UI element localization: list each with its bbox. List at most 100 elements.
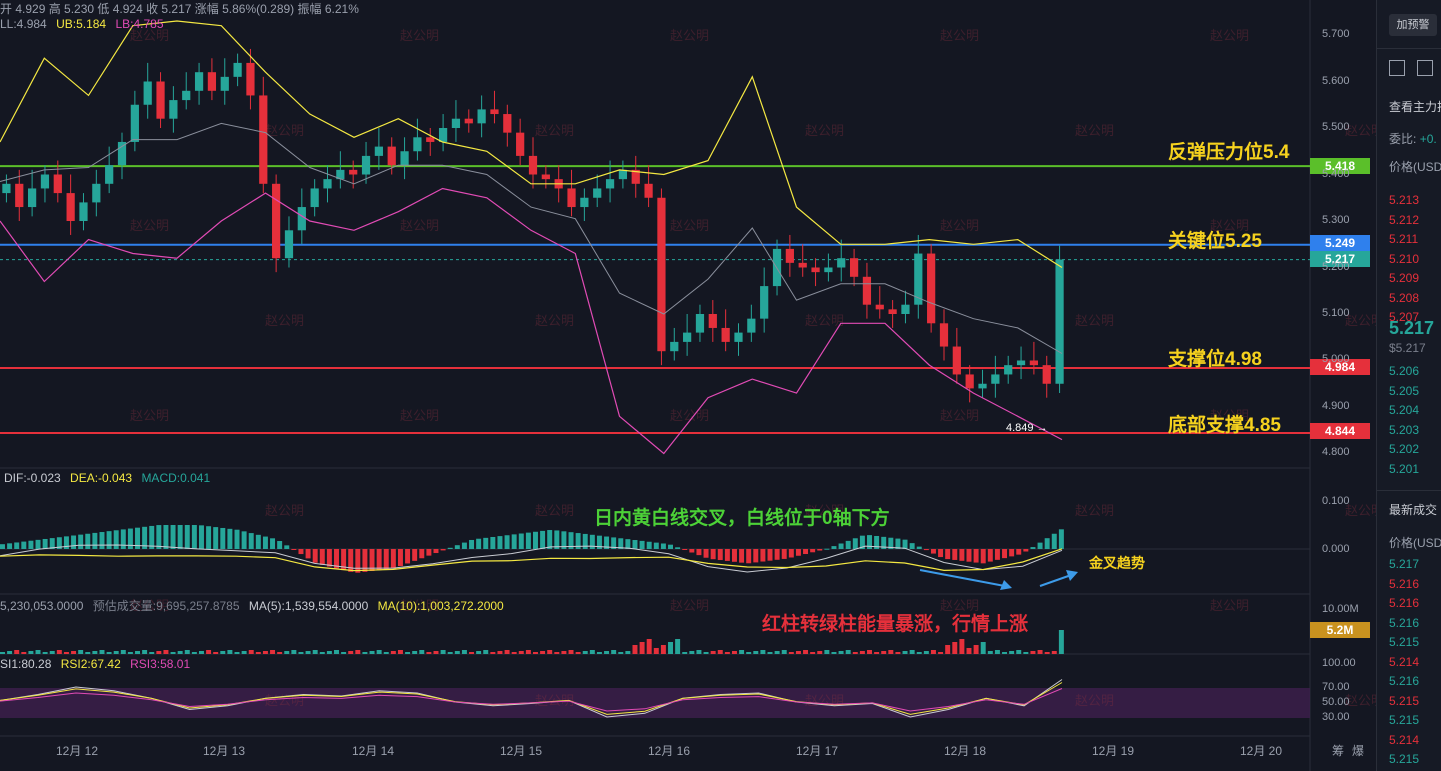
macd-histogram-bar — [319, 549, 325, 565]
volume-bar — [888, 650, 894, 654]
candle-body — [875, 304, 884, 310]
volume-value: 5,230,053.0000 — [0, 599, 84, 613]
candle-body — [310, 188, 319, 208]
candle-body — [156, 81, 165, 119]
chart-canvas[interactable]: 赵公明赵公明赵公明赵公明赵公明赵公明赵公明赵公明赵公明赵公明赵公明赵公明赵公明赵… — [0, 0, 1376, 771]
candle-body — [580, 197, 589, 208]
trade-price[interactable]: 5.214 — [1389, 733, 1419, 747]
ask-price[interactable]: 5.208 — [1389, 291, 1419, 305]
support-annotation: 支撑位4.98 — [1168, 349, 1262, 370]
liquidation-button[interactable]: 爆 — [1352, 742, 1364, 759]
volume-bar — [142, 650, 148, 654]
macd-histogram-bar — [120, 529, 126, 549]
trade-price[interactable]: 5.216 — [1389, 616, 1419, 630]
candle-body — [567, 188, 576, 208]
candle-body — [734, 332, 743, 342]
macd-histogram-bar — [220, 527, 226, 549]
volume-bar — [994, 650, 1000, 654]
x-tick: 12月 17 — [796, 744, 839, 758]
watermark-text: 赵公明 — [400, 28, 439, 43]
volume-bar — [412, 651, 418, 654]
macd-histogram-bar — [980, 549, 986, 564]
volume-bar — [916, 652, 922, 654]
volume-bar — [191, 652, 197, 654]
candle-body — [683, 332, 692, 342]
trade-price[interactable]: 5.215 — [1389, 752, 1419, 766]
candle-body — [438, 128, 448, 142]
macd-histogram-bar — [994, 549, 1000, 560]
candle-body — [708, 314, 717, 328]
chip-distribution-button[interactable]: 筹 — [1332, 742, 1344, 759]
bid-price[interactable]: 5.201 — [1389, 462, 1419, 476]
macd-histogram-bar — [85, 533, 91, 549]
macd-histogram-bar — [746, 549, 752, 564]
candle-body — [105, 165, 114, 184]
alert-button[interactable]: 加预警 — [1389, 14, 1437, 36]
volume-bar — [611, 650, 617, 654]
volume-bar — [845, 650, 851, 654]
trade-price[interactable]: 5.217 — [1389, 557, 1419, 571]
volume-bar — [56, 650, 62, 654]
bid-price[interactable]: 5.202 — [1389, 442, 1419, 456]
volume-bar — [14, 650, 20, 654]
book-layout-icon[interactable] — [1389, 60, 1405, 76]
volume-bar — [348, 651, 354, 654]
trade-price[interactable]: 5.215 — [1389, 713, 1419, 727]
bid-price[interactable]: 5.204 — [1389, 403, 1419, 417]
watermark-text: 赵公明 — [670, 28, 709, 43]
macd-histogram-bar — [262, 536, 268, 549]
bids-layout-icon[interactable] — [1417, 60, 1433, 76]
macd-histogram-bar — [682, 549, 688, 550]
trade-price[interactable]: 5.216 — [1389, 596, 1419, 610]
volume-bar — [490, 652, 496, 654]
macd-histogram-bar — [1016, 549, 1022, 555]
volume-bar — [21, 652, 27, 654]
ask-price[interactable]: 5.210 — [1389, 252, 1419, 266]
watermark-text: 赵公明 — [130, 408, 169, 423]
view-main-orders[interactable]: 查看主力挂 — [1389, 98, 1441, 115]
ask-price[interactable]: 5.209 — [1389, 271, 1419, 285]
volume-bar — [504, 650, 510, 654]
macd-histogram-bar — [234, 529, 240, 549]
volume-bar — [1058, 630, 1064, 654]
volume-bar — [923, 651, 929, 654]
resistance-annotation: 反弹压力位5.4 — [1168, 142, 1290, 163]
volume-bar — [135, 651, 141, 654]
macd-histogram-bar — [845, 540, 851, 549]
bid-price[interactable]: 5.205 — [1389, 384, 1419, 398]
trade-price[interactable]: 5.214 — [1389, 655, 1419, 669]
macd-histogram-bar — [987, 549, 993, 562]
macd-tick: 0.100 — [1322, 495, 1350, 507]
volume-bar — [973, 645, 979, 654]
ask-price[interactable]: 5.212 — [1389, 213, 1419, 227]
bid-price[interactable]: 5.206 — [1389, 364, 1419, 378]
macd-histogram-bar — [1044, 538, 1050, 549]
candle-body — [837, 258, 846, 268]
bid-price[interactable]: 5.203 — [1389, 423, 1419, 437]
trade-price[interactable]: 5.216 — [1389, 577, 1419, 591]
macd-histogram-bar — [717, 549, 723, 561]
watermark-text: 赵公明 — [1075, 123, 1114, 138]
volume-bar — [724, 652, 730, 654]
ask-price[interactable]: 5.211 — [1389, 232, 1418, 246]
dif-value: DIF:-0.023 — [4, 471, 61, 485]
boll-legend: LL:4.984 UB:5.184 LB:4.785 — [0, 17, 164, 31]
candle-body — [426, 137, 435, 142]
volume-bar — [92, 651, 98, 654]
volume-bar — [120, 650, 126, 654]
trade-price[interactable]: 5.216 — [1389, 674, 1419, 688]
watermark-text: 赵公明 — [1210, 28, 1249, 43]
candle-body — [40, 174, 50, 189]
trade-price[interactable]: 5.215 — [1389, 694, 1419, 708]
price-tick: 4.800 — [1322, 446, 1350, 458]
volume-bar — [781, 650, 787, 654]
watermark-text: 赵公明 — [805, 123, 844, 138]
macd-histogram-bar — [170, 525, 176, 549]
volume-bar — [980, 642, 986, 654]
ask-price[interactable]: 5.213 — [1389, 193, 1419, 207]
trade-price[interactable]: 5.215 — [1389, 635, 1419, 649]
volume-bar — [149, 652, 155, 654]
volume-bar — [213, 652, 219, 654]
candle-body — [207, 72, 217, 91]
macd-histogram-bar — [518, 533, 524, 549]
